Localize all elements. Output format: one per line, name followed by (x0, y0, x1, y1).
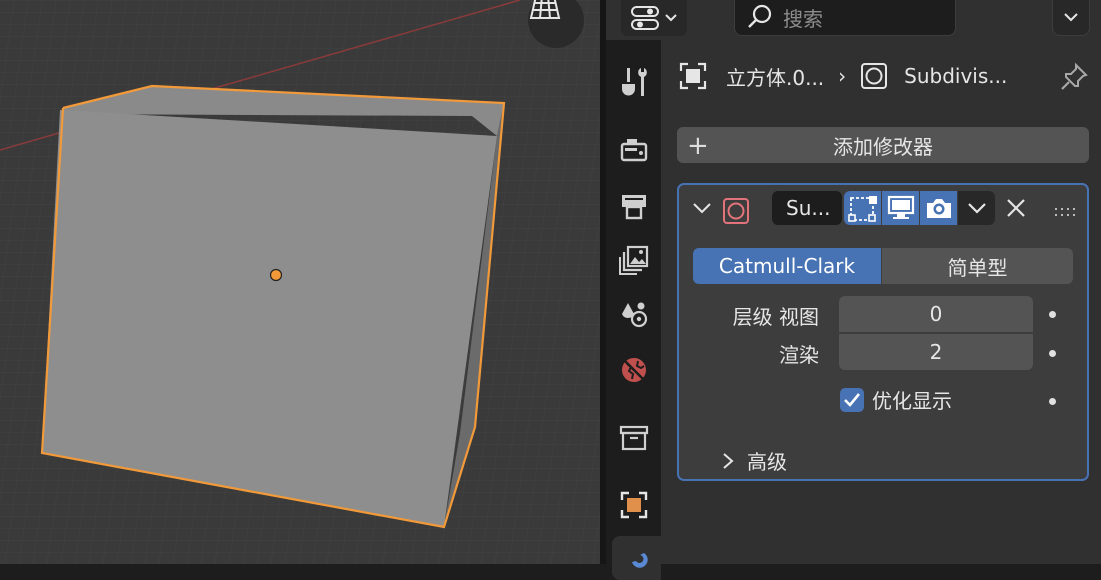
properties-tab-bar (606, 40, 661, 580)
drag-handle[interactable] (1055, 203, 1077, 222)
close-icon (1007, 199, 1025, 217)
tab-output[interactable] (612, 184, 656, 228)
monitor-icon (887, 195, 914, 219)
tab-collection[interactable] (612, 416, 656, 460)
subdivision-modifier-panel: Su... Catmull-Clark 简单型 层级 视图 0 渲染 2 优化显… (677, 183, 1089, 481)
options-dropdown[interactable] (1052, 0, 1090, 36)
grid-icon (529, 0, 561, 19)
plus-icon: + (687, 131, 709, 161)
properties-editor-icon (631, 6, 659, 30)
scene-drops-icon (622, 302, 648, 328)
advanced-label: 高级 (747, 450, 787, 474)
modifier-subsurf-icon (723, 198, 749, 224)
image-stack-icon (619, 245, 649, 275)
levels-viewport-label: 层级 视图 (732, 305, 819, 329)
grip-icon (1055, 208, 1075, 216)
properties-editor: 搜索 立方体.0... › Subdivis... + 添加修改器 Su... … (606, 0, 1101, 580)
edit-mode-toggle[interactable] (844, 191, 881, 225)
chevron-down-icon (665, 14, 677, 22)
remove-modifier-button[interactable] (1005, 197, 1027, 223)
add-modifier-button[interactable]: + 添加修改器 (677, 127, 1089, 163)
editor-type-selector[interactable] (621, 0, 687, 36)
optimal-display-label[interactable]: 优化显示 (872, 385, 952, 414)
breadcrumb-separator: › (838, 64, 847, 88)
tab-scene[interactable] (612, 292, 656, 336)
search-icon (748, 4, 772, 28)
chevron-down-icon (967, 203, 986, 214)
viewport-canvas (0, 0, 600, 564)
optimal-display-checkbox[interactable] (840, 388, 864, 412)
object-origin-dot (269, 268, 283, 282)
pin-button[interactable] (1059, 62, 1089, 96)
wrench-icon (631, 553, 648, 568)
edit-mode-icon (847, 196, 877, 222)
tab-tool[interactable] (612, 60, 656, 104)
box-icon (619, 425, 649, 451)
type-catmull-clark[interactable]: Catmull-Clark (693, 248, 881, 284)
camera-icon (926, 199, 951, 218)
type-simple[interactable]: 简单型 (882, 248, 1073, 284)
modifier-subsurf-icon (861, 63, 888, 89)
chevron-right-icon (723, 452, 734, 469)
panel-collapse-toggle[interactable] (691, 197, 713, 223)
world-icon (620, 356, 648, 384)
wrench-screwdriver-icon (622, 68, 647, 96)
printer-icon (622, 195, 646, 220)
3d-viewport[interactable] (0, 0, 600, 564)
properties-content: 立方体.0... › Subdivis... + 添加修改器 Su... Cat… (661, 40, 1101, 564)
levels-viewport-field[interactable]: 0 (839, 296, 1033, 332)
render-levels-label: 渲染 (779, 343, 819, 367)
render-levels-field[interactable]: 2 (839, 334, 1033, 370)
viewport-display-toggle[interactable] (882, 191, 919, 225)
advanced-subpanel-toggle[interactable]: 高级 (721, 446, 787, 475)
modifier-name-field[interactable]: Su... (772, 191, 842, 225)
checkmark-icon (844, 393, 861, 407)
modifier-panel-header: Su... (679, 185, 1087, 233)
properties-header: 搜索 (606, 0, 1101, 40)
search-input[interactable]: 搜索 (734, 0, 956, 36)
breadcrumb-object-name: 立方体.0... (726, 65, 825, 90)
object-square-icon (620, 491, 648, 519)
animate-property-dot[interactable] (1049, 350, 1056, 357)
tab-view-layer[interactable] (612, 238, 656, 282)
modifier-visibility-toggles (844, 191, 996, 225)
search-placeholder: 搜索 (783, 6, 823, 31)
breadcrumb: 立方体.0... › Subdivis... (678, 58, 1088, 94)
modifier-type-icon (722, 197, 750, 229)
add-modifier-label: 添加修改器 (833, 134, 933, 159)
tab-modifiers[interactable] (612, 536, 661, 580)
tab-object[interactable] (612, 483, 656, 527)
animate-property-dot[interactable] (1049, 311, 1056, 318)
subdivision-type-selector: Catmull-Clark 简单型 (693, 248, 1073, 284)
animate-property-dot[interactable] (1049, 398, 1056, 405)
tab-world[interactable] (612, 347, 656, 391)
pin-icon (1061, 62, 1088, 90)
modifier-extras-dropdown[interactable] (958, 191, 995, 225)
render-toggle[interactable] (920, 191, 957, 225)
object-square-icon (679, 62, 707, 90)
chevron-down-icon (1064, 13, 1078, 22)
camera-back-icon (620, 139, 648, 162)
breadcrumb-modifier-name: Subdivis... (904, 64, 1008, 88)
chevron-down-icon (693, 203, 711, 214)
tab-render[interactable] (612, 128, 656, 172)
